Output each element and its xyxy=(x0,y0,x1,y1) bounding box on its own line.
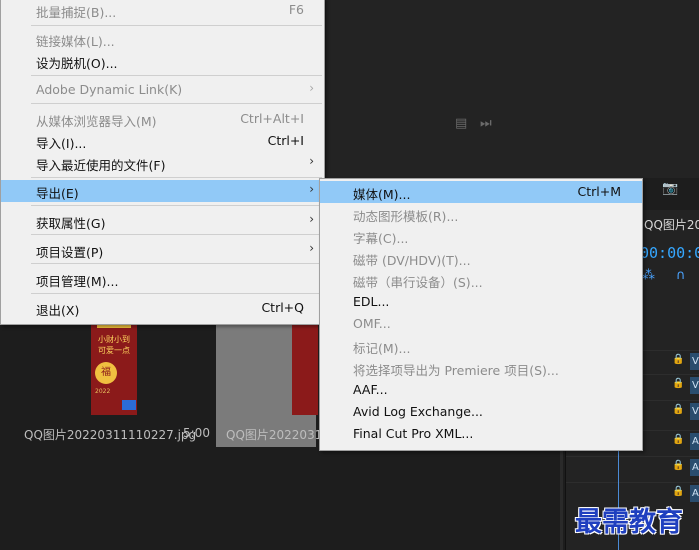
ripple-tool-icon[interactable]: ⁂ xyxy=(642,268,655,283)
menu-item-link-media[interactable]: 链接媒体(L)... xyxy=(1,28,324,50)
camera-icon[interactable]: 📷 xyxy=(662,181,678,196)
clip-type-icon xyxy=(122,400,136,410)
clip-name[interactable]: QQ图片20220311 xyxy=(226,426,330,443)
export-submenu: 媒体(M)... Ctrl+M 动态图形模板(R)... 字幕(C)... 磁带 … xyxy=(319,178,643,451)
menu-item-batch-capture[interactable]: 批量捕捉(B)... F6 xyxy=(1,0,324,21)
track-row: 🔒A2 xyxy=(566,456,699,479)
lock-icon[interactable]: 🔒 xyxy=(672,460,684,471)
submenu-item-markers[interactable]: 标记(M)... xyxy=(320,335,642,357)
chevron-right-icon: › xyxy=(309,154,314,168)
magnet-icon[interactable]: ∩ xyxy=(676,268,686,283)
chevron-right-icon: › xyxy=(309,81,314,95)
menu-separator xyxy=(31,25,322,26)
chevron-right-icon: › xyxy=(309,212,314,226)
submenu-item-motion-graphics-template[interactable]: 动态图形模板(R)... xyxy=(320,203,642,225)
menu-separator xyxy=(31,234,322,235)
safe-margins-icon[interactable]: ▤ xyxy=(455,116,467,131)
menu-item-get-properties[interactable]: 获取属性(G) › xyxy=(1,210,324,232)
menu-item-import[interactable]: 导入(I)... Ctrl+I xyxy=(1,130,324,152)
menu-item-exit[interactable]: 退出(X) Ctrl+Q xyxy=(1,297,324,319)
menu-item-dynamic-link[interactable]: Adobe Dynamic Link(K) › xyxy=(1,79,324,101)
submenu-item-edl[interactable]: EDL... xyxy=(320,291,642,313)
menu-separator xyxy=(31,177,322,178)
menu-separator xyxy=(31,293,322,294)
lock-icon[interactable]: 🔒 xyxy=(672,378,684,389)
submenu-item-captions[interactable]: 字幕(C)... xyxy=(320,225,642,247)
lock-icon[interactable]: 🔒 xyxy=(672,486,684,497)
lock-icon[interactable]: 🔒 xyxy=(672,434,684,445)
submenu-item-final-cut-pro-xml[interactable]: Final Cut Pro XML... xyxy=(320,423,642,445)
menu-item-project-settings[interactable]: 项目设置(P) › xyxy=(1,239,324,261)
submenu-item-aaf[interactable]: AAF... xyxy=(320,379,642,401)
lock-icon[interactable]: 🔒 xyxy=(672,404,684,415)
program-monitor xyxy=(326,0,699,178)
submenu-item-tape-serial[interactable]: 磁带（串行设备）(S)... xyxy=(320,269,642,291)
clip-name[interactable]: QQ图片20220311110227.jpg xyxy=(24,426,196,443)
timecode-display[interactable]: 00:00:00 xyxy=(640,244,699,262)
menu-separator xyxy=(31,75,322,76)
submenu-item-export-premiere-project[interactable]: 将选择项导出为 Premiere 项目(S)... xyxy=(320,357,642,379)
menu-separator xyxy=(31,205,322,206)
timeline-tab[interactable]: QQ图片20 xyxy=(644,216,699,233)
clip-duration: 5:00 xyxy=(183,426,210,440)
file-menu: 批量捕捉(B)... F6 链接媒体(L)... 设为脱机(O)... Adobe… xyxy=(0,0,325,325)
menu-separator xyxy=(31,103,322,104)
menu-item-export[interactable]: 导出(E) › xyxy=(1,180,324,202)
lock-icon[interactable]: 🔒 xyxy=(672,354,684,365)
submenu-item-omf[interactable]: OMF... xyxy=(320,313,642,335)
submenu-item-avid-log-exchange[interactable]: Avid Log Exchange... xyxy=(320,401,642,423)
menu-item-project-manager[interactable]: 项目管理(M)... xyxy=(1,268,324,290)
chevron-right-icon: › xyxy=(309,241,314,255)
menu-separator xyxy=(31,263,322,264)
submenu-item-tape-dv-hdv[interactable]: 磁带 (DV/HDV)(T)... xyxy=(320,247,642,269)
menu-item-import-from-browser[interactable]: 从媒体浏览器导入(M) Ctrl+Alt+I xyxy=(1,108,324,130)
submenu-item-media[interactable]: 媒体(M)... Ctrl+M xyxy=(320,181,642,203)
step-forward-icon[interactable]: ⏭ xyxy=(480,116,492,131)
menu-item-import-recent[interactable]: 导入最近使用的文件(F) › xyxy=(1,152,324,174)
chevron-right-icon: › xyxy=(309,182,314,196)
watermark-logo: 最需教育 xyxy=(575,507,683,538)
menu-item-make-offline[interactable]: 设为脱机(O)... xyxy=(1,50,324,72)
